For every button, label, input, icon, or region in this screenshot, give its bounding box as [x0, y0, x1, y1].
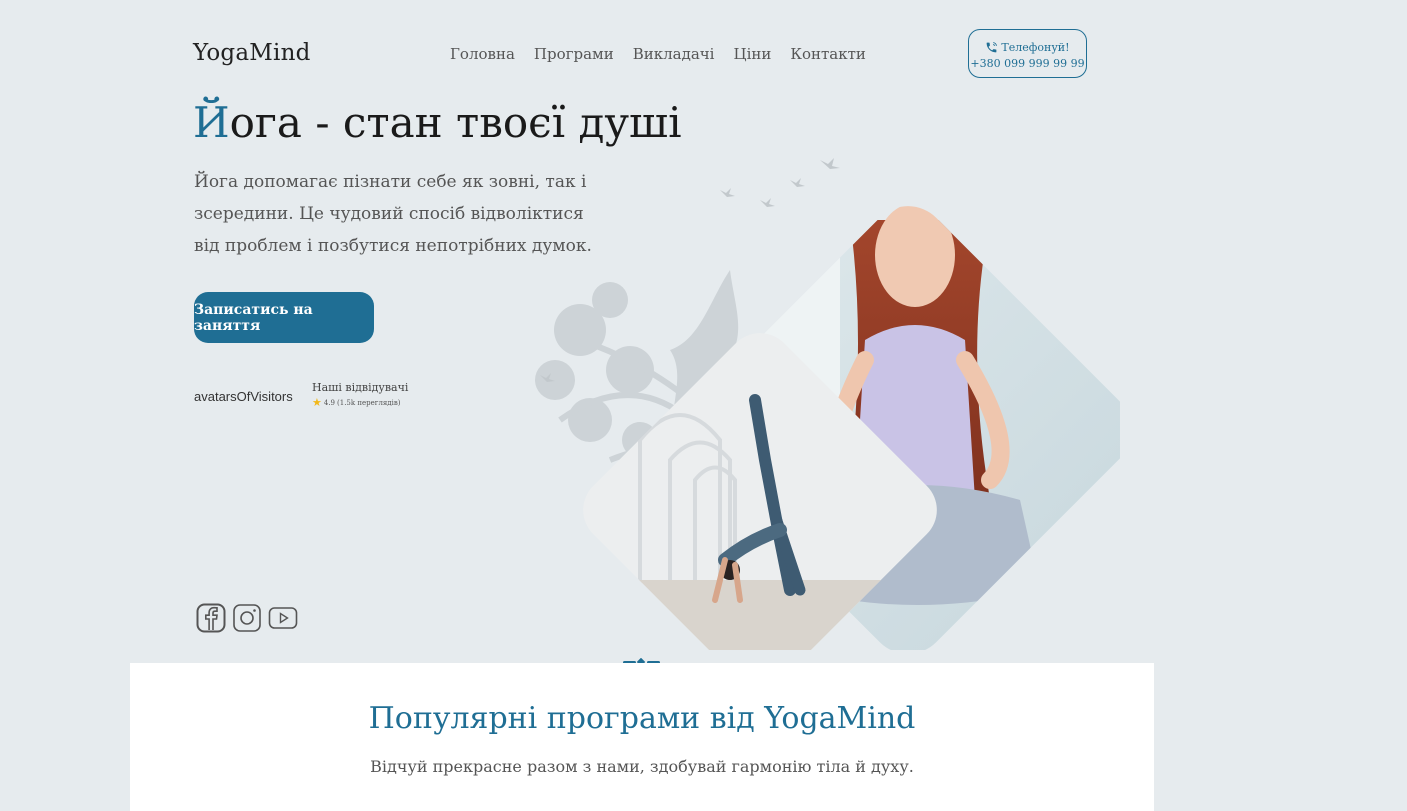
visitors-avatars-image: avatarsOfVisitors: [194, 389, 293, 404]
programs-subtitle: Відчуй прекрасне разом з нами, здобувай …: [370, 757, 914, 776]
views-count: (1.5k переглядів): [337, 398, 401, 407]
phone-label: Телефонуй!: [1001, 41, 1070, 54]
social-links: [196, 603, 298, 633]
programs-title: Популярні програми від YogaMind: [368, 701, 916, 736]
nav-item-teachers[interactable]: Викладачі: [633, 45, 715, 63]
visitors-rating: ★ 4.9 (1.5k переглядів): [312, 396, 408, 409]
nav-item-contacts[interactable]: Контакти: [790, 45, 866, 63]
main-nav: Головна Програми Викладачі Ціни Контакти: [450, 45, 866, 63]
instagram-icon[interactable]: [232, 603, 262, 633]
logo[interactable]: YogaMind: [193, 40, 311, 66]
programs-section: Популярні програми від YogaMind Відчуй п…: [130, 663, 1154, 811]
nav-item-home[interactable]: Головна: [450, 45, 515, 63]
nav-item-programs[interactable]: Програми: [534, 45, 614, 63]
phone-icon: [987, 42, 998, 53]
phone-number: +380 099 999 99 99: [970, 57, 1085, 70]
signup-button[interactable]: Записатись на заняття: [194, 292, 374, 343]
rating-value: 4.9: [323, 398, 336, 407]
visitors-title: Наші відвідувачі: [312, 381, 409, 394]
star-icon: ★: [312, 396, 322, 409]
facebook-icon[interactable]: [196, 603, 226, 633]
visitors-block: Наші відвідувачі ★ 4.9 (1.5k переглядів): [312, 381, 408, 409]
hero-illustration: [535, 158, 1120, 650]
nav-item-prices[interactable]: Ціни: [733, 45, 771, 63]
phone-button[interactable]: Телефонуй! +380 099 999 99 99: [968, 29, 1087, 78]
youtube-icon[interactable]: [268, 603, 298, 633]
hero-title-accent: Й: [193, 98, 230, 147]
